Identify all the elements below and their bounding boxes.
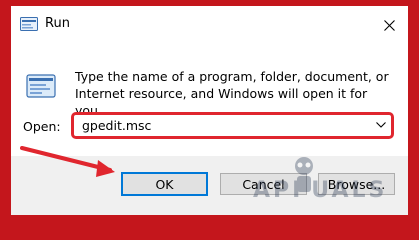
ok-button[interactable]: OK — [121, 172, 208, 196]
close-icon — [383, 19, 395, 31]
watermark: APPUALS — [233, 86, 403, 203]
run-app-icon — [20, 17, 38, 31]
watermark-text: APPUALS — [253, 178, 388, 203]
pointer-arrow-icon — [20, 146, 115, 177]
window-title: Run — [45, 16, 70, 31]
run-dialog: Run Type the name of a program, folder, … — [11, 6, 408, 215]
open-input[interactable]: gpedit.msc — [82, 118, 151, 133]
open-label: Open: — [23, 119, 61, 134]
run-program-icon — [26, 74, 56, 98]
title-bar: Run — [11, 6, 408, 44]
close-button[interactable] — [377, 14, 401, 36]
